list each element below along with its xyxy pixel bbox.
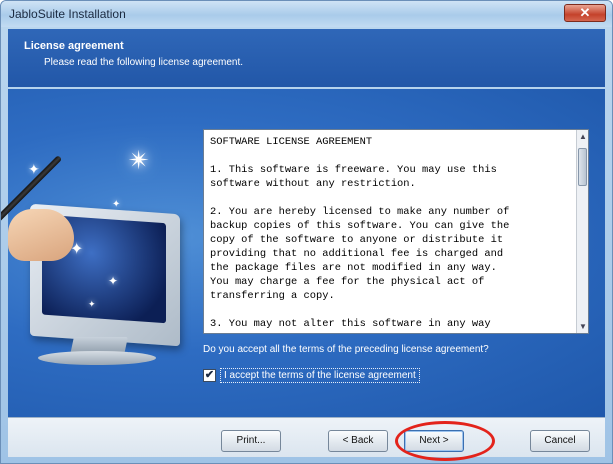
cancel-button[interactable]: Cancel: [530, 430, 590, 452]
page-header: License agreement Please read the follow…: [8, 29, 605, 87]
accept-checkbox[interactable]: ✔: [203, 368, 216, 382]
scroll-up-arrow-icon[interactable]: ▲: [579, 132, 587, 141]
page-title: License agreement: [24, 40, 124, 52]
accept-label[interactable]: I accept the terms of the license agreem…: [220, 367, 420, 383]
monitor-base: [38, 351, 156, 365]
page-subtitle: Please read the following license agreem…: [44, 57, 244, 68]
wand-sparkle-icon: ✴: [128, 145, 150, 175]
hand-illustration: [8, 209, 74, 261]
window-title: JabloSuite Installation: [9, 7, 126, 21]
scroll-down-arrow-icon[interactable]: ▼: [579, 322, 587, 331]
close-button[interactable]: ✕: [564, 4, 606, 22]
accept-checkbox-row[interactable]: ✔ I accept the terms of the license agre…: [203, 367, 420, 383]
title-bar: JabloSuite Installation ✕: [1, 1, 612, 27]
sparkle-icon: ✦: [108, 274, 119, 288]
license-textbox[interactable]: SOFTWARE LICENSE AGREEMENT 1. This softw…: [203, 129, 589, 334]
close-icon: ✕: [579, 5, 591, 20]
installer-window: JabloSuite Installation ✕ License agreem…: [0, 0, 613, 464]
checkmark-icon: ✔: [204, 368, 215, 381]
license-scrollbar[interactable]: ▲ ▼: [576, 130, 588, 333]
print-button[interactable]: Print...: [221, 430, 281, 452]
back-button[interactable]: < Back: [328, 430, 388, 452]
sparkle-icon: ✦: [112, 199, 121, 210]
next-button-highlight: [395, 421, 495, 461]
scroll-thumb[interactable]: [578, 148, 587, 186]
button-bar: Print... < Back Next > Cancel: [8, 417, 605, 457]
content-panel: ✦ ✦ ✦ ✦ ✦ ✴ SOFTWARE LICENSE AGREEMENT 1…: [1, 89, 605, 417]
accept-question: Do you accept all the terms of the prece…: [203, 344, 489, 355]
sparkle-icon: ✦: [88, 299, 96, 309]
license-text: SOFTWARE LICENSE AGREEMENT 1. This softw…: [210, 136, 510, 330]
